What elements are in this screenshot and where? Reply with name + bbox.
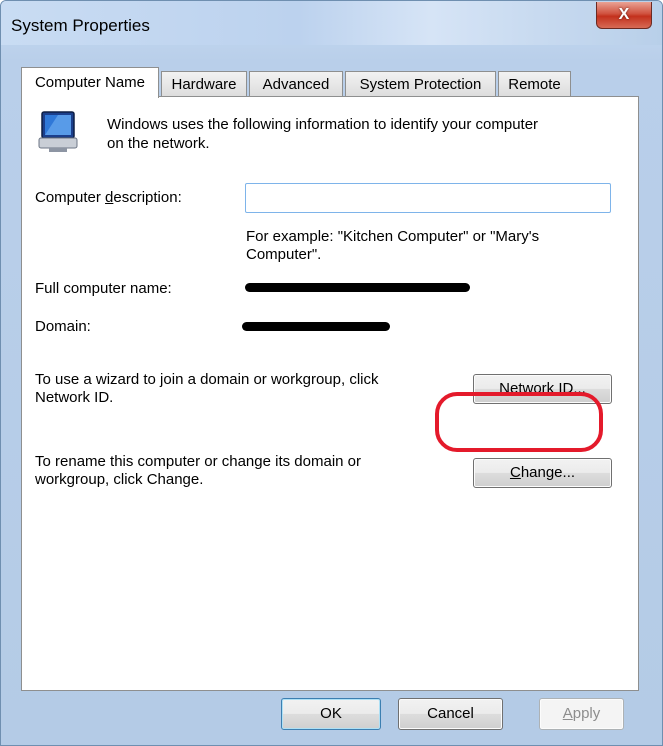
intro-text-line2: on the network.	[107, 135, 210, 152]
wizard-text-line2: Network ID.	[35, 389, 114, 406]
intro-text-line1: Windows uses the following information t…	[107, 116, 539, 133]
tab-hardware[interactable]: Hardware	[161, 71, 247, 97]
change-button-highlight	[435, 392, 603, 452]
computer-description-label: Computer description:	[35, 189, 182, 206]
window-title: System Properties	[11, 16, 150, 35]
tab-strip: Computer Name Hardware Advanced System P…	[21, 67, 641, 98]
tab-remote[interactable]: Remote	[498, 71, 571, 97]
computer-description-input[interactable]	[245, 183, 611, 213]
domain-value-redacted	[242, 322, 390, 331]
tab-computer-name[interactable]: Computer Name	[21, 67, 159, 98]
tab-advanced[interactable]: Advanced	[249, 71, 343, 97]
close-icon: X	[618, 6, 630, 23]
system-properties-window: System Properties X Computer Name Hardwa…	[0, 0, 663, 746]
full-computer-name-value-redacted	[245, 283, 470, 292]
example-text-line2: Computer".	[246, 246, 322, 263]
ok-button[interactable]: OK	[281, 698, 381, 730]
cancel-button[interactable]: Cancel	[398, 698, 503, 730]
change-button[interactable]: Change...	[473, 458, 612, 488]
apply-button[interactable]: Apply	[539, 698, 624, 730]
domain-label: Domain:	[35, 318, 91, 335]
full-computer-name-label: Full computer name:	[35, 280, 172, 297]
wizard-text-line1: To use a wizard to join a domain or work…	[35, 371, 379, 388]
rename-text-line2: workgroup, click Change.	[35, 471, 204, 488]
title-bar[interactable]: System Properties X	[1, 1, 662, 45]
rename-text-line1: To rename this computer or change its do…	[35, 453, 361, 470]
close-button[interactable]: X	[596, 2, 652, 29]
tab-system-protection[interactable]: System Protection	[345, 71, 496, 97]
example-text-line1: For example: "Kitchen Computer" or "Mary…	[246, 228, 540, 245]
computer-monitor-icon	[38, 111, 78, 152]
